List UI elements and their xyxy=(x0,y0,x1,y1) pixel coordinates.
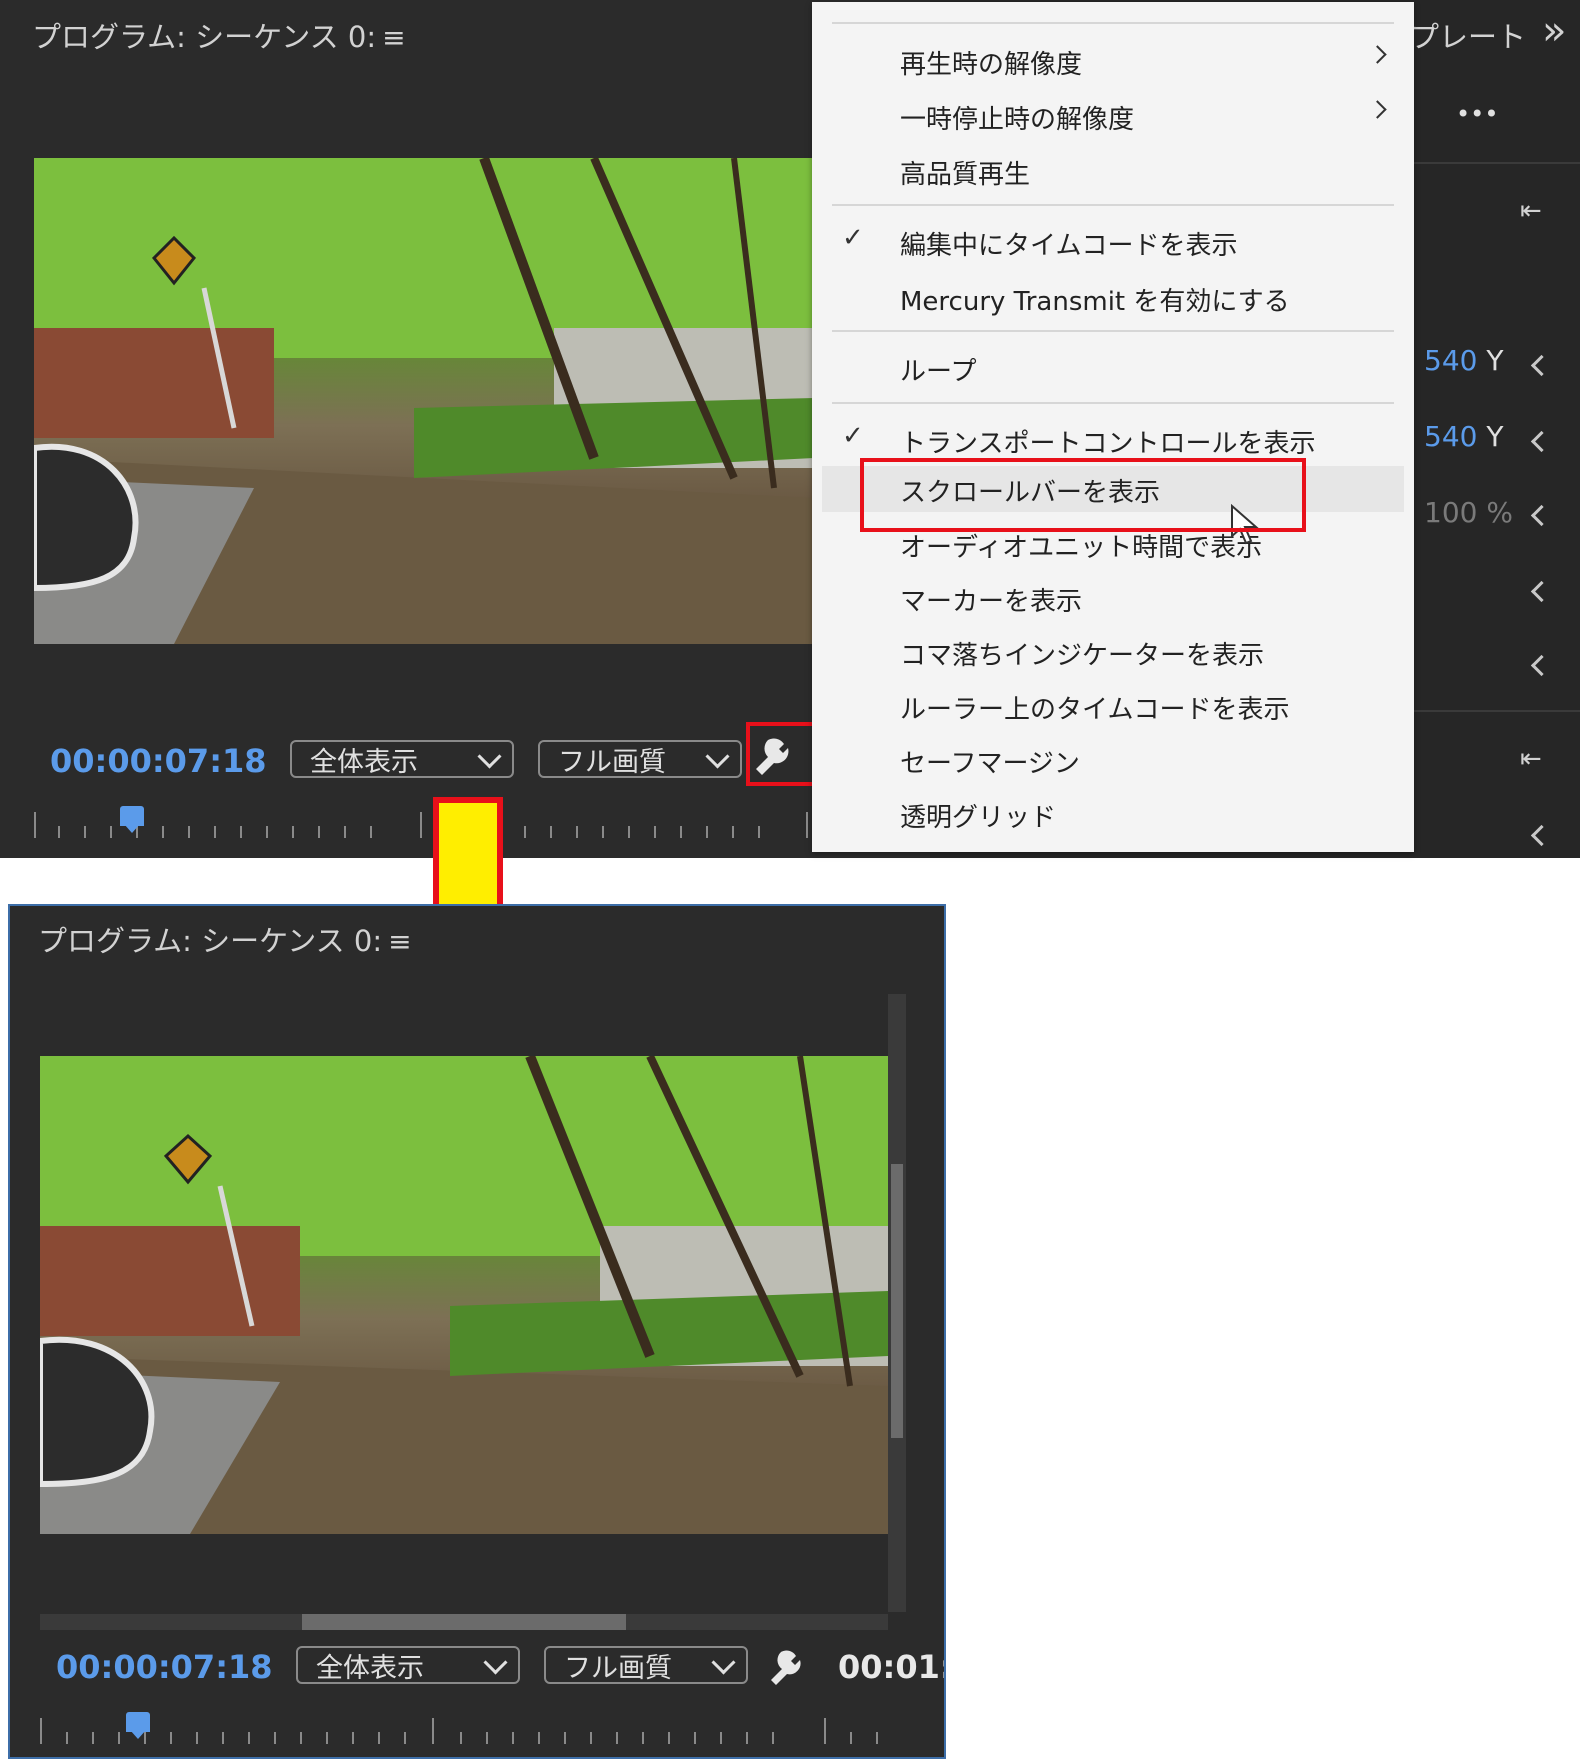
menu-item-safe-margins[interactable]: セーフマージン xyxy=(812,737,1414,783)
position-y-value[interactable]: 540 Y xyxy=(1424,344,1503,377)
sequence-duration: 00:01: xyxy=(838,1648,946,1686)
vertical-scrollbar[interactable] xyxy=(888,994,906,1612)
menu-item-label: オーディオユニット時間で表示 xyxy=(900,533,1263,563)
menu-item-show-markers[interactable]: マーカーを表示 xyxy=(812,575,1414,621)
submenu-arrow-icon xyxy=(1368,100,1387,119)
menu-item-label: マーカーを表示 xyxy=(900,587,1083,617)
timeline-ruler[interactable] xyxy=(40,1712,888,1744)
value-number: 540 xyxy=(1424,344,1478,377)
menu-item-high-quality-playback[interactable]: 高品質再生 xyxy=(812,148,1414,194)
menu-item-show-timecode-editing[interactable]: ✓ 編集中にタイムコードを表示 xyxy=(812,219,1414,265)
playhead-handle[interactable] xyxy=(120,806,144,833)
scrollbar-item-highlight-box xyxy=(860,458,1306,532)
overflow-tabs-icon[interactable]: » xyxy=(1542,8,1566,54)
value-number: 540 xyxy=(1424,420,1478,453)
zoom-dropdown-value: 全体表示 xyxy=(310,746,418,778)
video-scene xyxy=(34,158,814,644)
quality-dropdown-value: フル画質 xyxy=(564,1652,672,1684)
menu-item-label: 高品質再生 xyxy=(900,160,1031,190)
panel-menu-icon[interactable]: ≡ xyxy=(388,925,411,958)
settings-wrench-button[interactable] xyxy=(764,1640,820,1692)
playhead-timecode[interactable]: 00:00:07:18 xyxy=(56,1648,273,1686)
video-frame xyxy=(40,1056,888,1534)
chevron-down-icon xyxy=(705,744,730,769)
menu-item-loop[interactable]: ループ xyxy=(812,345,1414,391)
panel-title-text: プログラム: シーケンス 0: xyxy=(32,20,377,54)
menu-item-show-transport-controls[interactable]: ✓ トランスポートコントロールを表示 xyxy=(812,417,1414,463)
zoom-dropdown-value: 全体表示 xyxy=(316,1652,424,1684)
chevron-left-icon[interactable] xyxy=(1530,430,1553,453)
video-scene xyxy=(40,1056,888,1534)
menu-item-label: 編集中にタイムコードを表示 xyxy=(900,231,1238,261)
menu-item-dropped-frame-indicator[interactable]: コマ落ちインジケーターを表示 xyxy=(812,629,1414,675)
panel-tab-partial[interactable]: プレート xyxy=(1410,14,1526,56)
checkmark-icon: ✓ xyxy=(842,421,864,451)
panel-title: プログラム: シーケンス 0: ≡ xyxy=(32,14,406,56)
menu-item-label: コマ落ちインジケーターを表示 xyxy=(900,641,1265,671)
chevron-left-icon[interactable] xyxy=(1530,580,1553,603)
value-axis: Y xyxy=(1486,420,1504,453)
chevron-down-icon xyxy=(483,1650,508,1675)
menu-item-ruler-timecode[interactable]: ルーラー上のタイムコードを表示 xyxy=(812,683,1414,729)
zoom-dropdown[interactable]: 全体表示 xyxy=(290,740,514,778)
menu-item-label: 透明グリッド xyxy=(900,803,1057,833)
chevron-down-icon xyxy=(711,1650,736,1675)
chevron-left-icon[interactable] xyxy=(1530,354,1553,377)
menu-item-label: セーフマージン xyxy=(900,749,1080,779)
value-axis: Y xyxy=(1486,344,1504,377)
playhead-timecode[interactable]: 00:00:07:18 xyxy=(50,742,267,780)
playhead-handle[interactable] xyxy=(126,1712,150,1739)
reset-icon[interactable]: ⇤ xyxy=(1520,196,1542,226)
reset-icon[interactable]: ⇤ xyxy=(1520,744,1542,774)
quality-dropdown[interactable]: フル画質 xyxy=(538,740,742,778)
menu-item-label: ルーラー上のタイムコードを表示 xyxy=(900,695,1290,725)
menu-item-playback-resolution[interactable]: 再生時の解像度 xyxy=(812,38,1414,84)
wrench-icon xyxy=(771,1650,801,1685)
checkmark-icon: ✓ xyxy=(842,223,864,253)
menu-item-transparency-grid[interactable]: 透明グリッド xyxy=(812,791,1414,837)
zoom-dropdown[interactable]: 全体表示 xyxy=(296,1646,520,1684)
chevron-down-icon xyxy=(477,744,502,769)
menu-item-paused-resolution[interactable]: 一時停止時の解像度 xyxy=(812,93,1414,139)
wrench-highlight-box xyxy=(746,722,816,786)
quality-dropdown[interactable]: フル画質 xyxy=(544,1646,748,1684)
anchor-y-value[interactable]: 540 Y xyxy=(1424,420,1503,453)
value-number: 100 % xyxy=(1424,496,1513,529)
menu-item-label: 一時停止時の解像度 xyxy=(900,105,1135,135)
bottom-program-panel: プログラム: シーケンス 0:≡ 00:00:07:18 全体表示 フル画質 xyxy=(8,904,946,1759)
chevron-left-icon[interactable] xyxy=(1530,824,1553,847)
top-program-panel: プログラム: シーケンス 0: ≡ 00:00:07:18 全体表示 フル画質 xyxy=(0,0,930,858)
monitor-settings-menu: 再生時の解像度 一時停止時の解像度 高品質再生 ✓ 編集中にタイムコードを表示 … xyxy=(812,2,1414,852)
video-frame xyxy=(34,158,814,644)
horizontal-scrollbar[interactable] xyxy=(40,1614,888,1630)
panel-title-text: プログラム: シーケンス 0: xyxy=(38,924,383,958)
horizontal-scrollbar-thumb[interactable] xyxy=(302,1614,626,1630)
menu-item-mercury-transmit[interactable]: Mercury Transmit を有効にする xyxy=(812,275,1414,321)
quality-dropdown-value: フル画質 xyxy=(558,746,666,778)
menu-item-label: トランスポートコントロールを表示 xyxy=(900,429,1316,459)
panel-menu-icon[interactable]: ≡ xyxy=(382,21,405,54)
chevron-left-icon[interactable] xyxy=(1530,654,1553,677)
menu-item-label: Mercury Transmit を有効にする xyxy=(900,287,1290,317)
chevron-left-icon[interactable] xyxy=(1530,504,1553,527)
vertical-scrollbar-thumb[interactable] xyxy=(891,1164,903,1438)
more-options-icon[interactable]: ••• xyxy=(1456,100,1498,128)
scale-value[interactable]: 100 % xyxy=(1424,496,1513,529)
menu-item-label: 再生時の解像度 xyxy=(900,50,1083,80)
submenu-arrow-icon xyxy=(1368,45,1387,64)
panel-title: プログラム: シーケンス 0: ≡ xyxy=(38,918,412,960)
menu-item-label: ループ xyxy=(900,357,977,387)
